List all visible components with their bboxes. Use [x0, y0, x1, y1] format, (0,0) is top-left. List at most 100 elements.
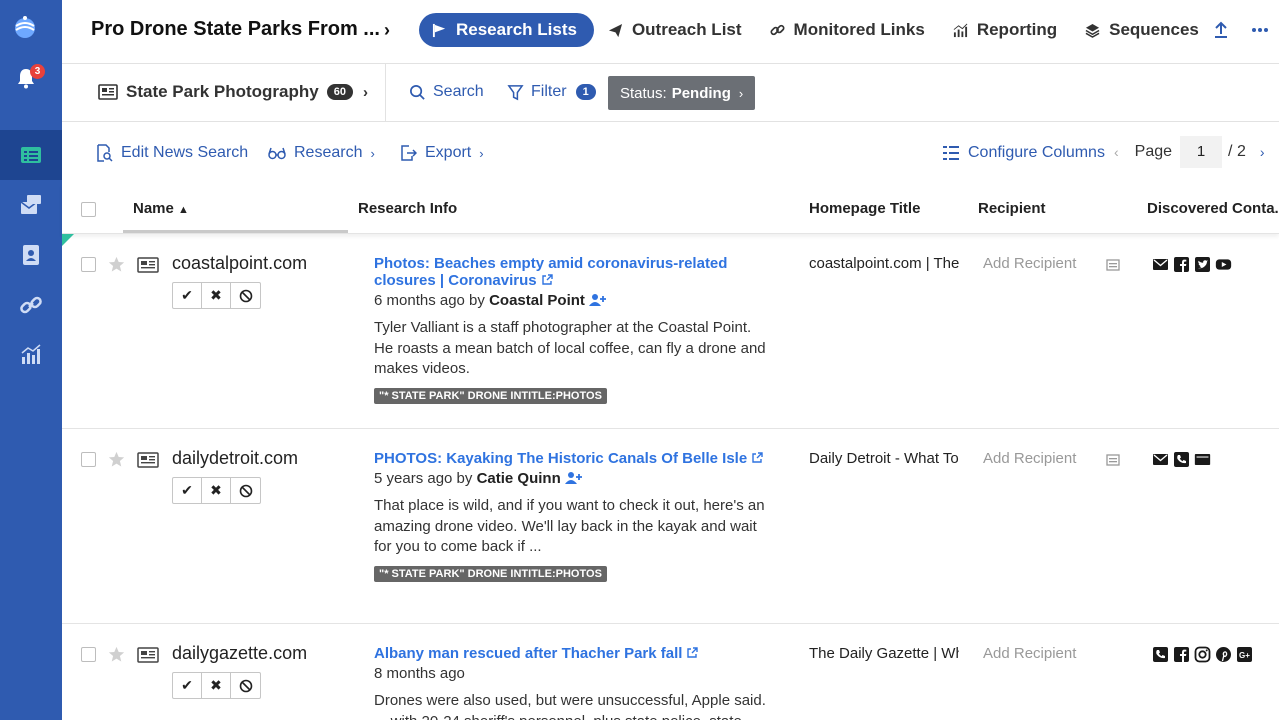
discovered-contacts: G+ [1152, 646, 1257, 663]
reject-x-icon[interactable]: ✖ [202, 283, 231, 308]
nav-links[interactable] [0, 280, 62, 330]
more-options-icon[interactable] [1250, 20, 1270, 40]
youtube-icon[interactable] [1215, 256, 1232, 273]
newspaper-icon [137, 452, 159, 468]
approve-check-icon[interactable]: ✔ [173, 283, 202, 308]
table-row: dailygazette.com ✔ ✖ Albany man rescued … [62, 624, 1279, 720]
filter-label: Filter [531, 83, 567, 100]
row-checkbox[interactable] [81, 647, 96, 662]
research-label: Research [294, 144, 363, 161]
envelope-icon[interactable] [1106, 259, 1120, 271]
row-actions: ✔ ✖ [172, 477, 261, 504]
facebook-icon[interactable] [1173, 256, 1190, 273]
block-icon[interactable] [231, 673, 260, 698]
article-meta: 5 years ago by Catie Quinn [374, 469, 774, 489]
upload-icon[interactable] [1211, 20, 1231, 40]
twitter-icon[interactable] [1194, 256, 1211, 273]
page-label: Page [1134, 143, 1173, 160]
edit-news-search-button[interactable]: Edit News Search [95, 144, 248, 162]
email-icon[interactable] [1152, 451, 1169, 468]
tab-monitored-links[interactable]: Monitored Links [756, 13, 939, 47]
layers-icon [1085, 23, 1100, 38]
export-icon [401, 145, 417, 161]
search-button[interactable]: Search [409, 83, 484, 101]
column-header-homepage-title[interactable]: Homepage Title [809, 200, 920, 217]
row-checkbox[interactable] [81, 452, 96, 467]
list-count-badge: 60 [326, 84, 353, 100]
article-title: PHOTOS: Kayaking The Historic Canals Of … [374, 450, 748, 467]
select-all-checkbox[interactable] [81, 202, 96, 217]
research-button[interactable]: Research › [268, 144, 375, 162]
column-header-name[interactable]: Name ▲ [133, 200, 189, 217]
row-domain[interactable]: coastalpoint.com [172, 253, 307, 274]
star-icon[interactable] [108, 646, 125, 663]
nav-contacts[interactable] [0, 230, 62, 280]
row-checkbox[interactable] [81, 257, 96, 272]
nav-reporting[interactable] [0, 330, 62, 380]
tab-reporting[interactable]: Reporting [939, 13, 1071, 47]
add-recipient-button[interactable]: Add Recipient [983, 255, 1076, 272]
row-domain[interactable]: dailygazette.com [172, 643, 307, 664]
nav-outreach[interactable] [0, 180, 62, 230]
status-filter-button[interactable]: Status: Pending › [608, 76, 756, 110]
star-icon[interactable] [108, 451, 125, 468]
googleplus-icon[interactable]: G+ [1236, 646, 1253, 663]
column-header-discovered-contacts[interactable]: Discovered Conta... [1147, 200, 1279, 217]
external-link-icon[interactable] [686, 647, 699, 659]
phone-icon[interactable] [1173, 451, 1190, 468]
add-recipient-button[interactable]: Add Recipient [983, 450, 1076, 467]
project-chevron-icon[interactable]: › [384, 20, 390, 41]
previous-page-icon[interactable]: ‹ [1114, 144, 1119, 160]
search-icon [410, 84, 425, 100]
add-contact-icon[interactable] [588, 293, 607, 307]
row-actions: ✔ ✖ [172, 282, 261, 309]
block-icon[interactable] [231, 283, 260, 308]
tab-outreach-list[interactable]: Outreach List [594, 13, 756, 47]
next-page-icon[interactable]: › [1260, 144, 1265, 160]
homepage-title: Daily Detroit - What To [809, 450, 959, 467]
envelope-icon[interactable] [1106, 454, 1120, 466]
article-meta: 6 months ago by Coastal Point [374, 291, 774, 311]
edit-news-search-label: Edit News Search [121, 144, 249, 161]
instagram-icon[interactable] [1194, 646, 1211, 663]
chevron-right-icon: › [362, 83, 368, 101]
add-recipient-button[interactable]: Add Recipient [983, 645, 1076, 662]
article-title-link[interactable]: Albany man rescued after Thacher Park fa… [374, 645, 774, 662]
star-icon[interactable] [108, 256, 125, 273]
pinterest-icon[interactable] [1215, 646, 1232, 663]
glasses-icon [268, 147, 286, 160]
search-query-tag: "* STATE PARK" DRONE INTITLE:PHOTOS [374, 387, 607, 404]
nav-research-lists[interactable] [0, 130, 62, 180]
project-title[interactable]: Pro Drone State Parks From ... [91, 18, 380, 41]
outreach-icon [20, 195, 41, 214]
article-title-link[interactable]: PHOTOS: Kayaking The Historic Canals Of … [374, 450, 774, 467]
external-link-icon[interactable] [541, 274, 553, 286]
page-number-input[interactable]: 1 [1180, 136, 1223, 168]
column-header-recipient[interactable]: Recipient [978, 200, 1046, 217]
approve-check-icon[interactable]: ✔ [173, 478, 202, 503]
block-icon[interactable] [231, 478, 260, 503]
reject-x-icon[interactable]: ✖ [202, 478, 231, 503]
approve-check-icon[interactable]: ✔ [173, 673, 202, 698]
app-logo-icon[interactable] [12, 14, 38, 40]
email-icon[interactable] [1152, 256, 1169, 273]
external-link-icon[interactable] [751, 452, 763, 464]
app-window: 3 Pro Drone State Parks From ... › Resea… [0, 0, 1279, 720]
add-contact-icon[interactable] [564, 471, 583, 485]
list-selector[interactable]: State Park Photography 60 › [98, 82, 368, 102]
row-domain[interactable]: dailydetroit.com [172, 448, 298, 469]
phone-icon[interactable] [1152, 646, 1169, 663]
tab-sequences[interactable]: Sequences [1071, 13, 1213, 47]
export-button[interactable]: Export › [399, 144, 484, 162]
article-title-link[interactable]: Photos: Beaches empty amid coronavirus-r… [374, 255, 774, 289]
contact-form-icon[interactable] [1194, 451, 1211, 468]
sort-indicator [123, 230, 348, 233]
tab-research-lists[interactable]: Research Lists [419, 13, 594, 47]
column-header-research-info[interactable]: Research Info [358, 200, 457, 217]
tab-label: Sequences [1109, 20, 1199, 39]
filter-button[interactable]: Filter 1 [507, 83, 596, 101]
reject-x-icon[interactable]: ✖ [202, 673, 231, 698]
facebook-icon[interactable] [1173, 646, 1190, 663]
configure-columns-button[interactable]: Configure Columns [942, 144, 1105, 162]
research-info: PHOTOS: Kayaking The Historic Canals Of … [374, 450, 774, 582]
